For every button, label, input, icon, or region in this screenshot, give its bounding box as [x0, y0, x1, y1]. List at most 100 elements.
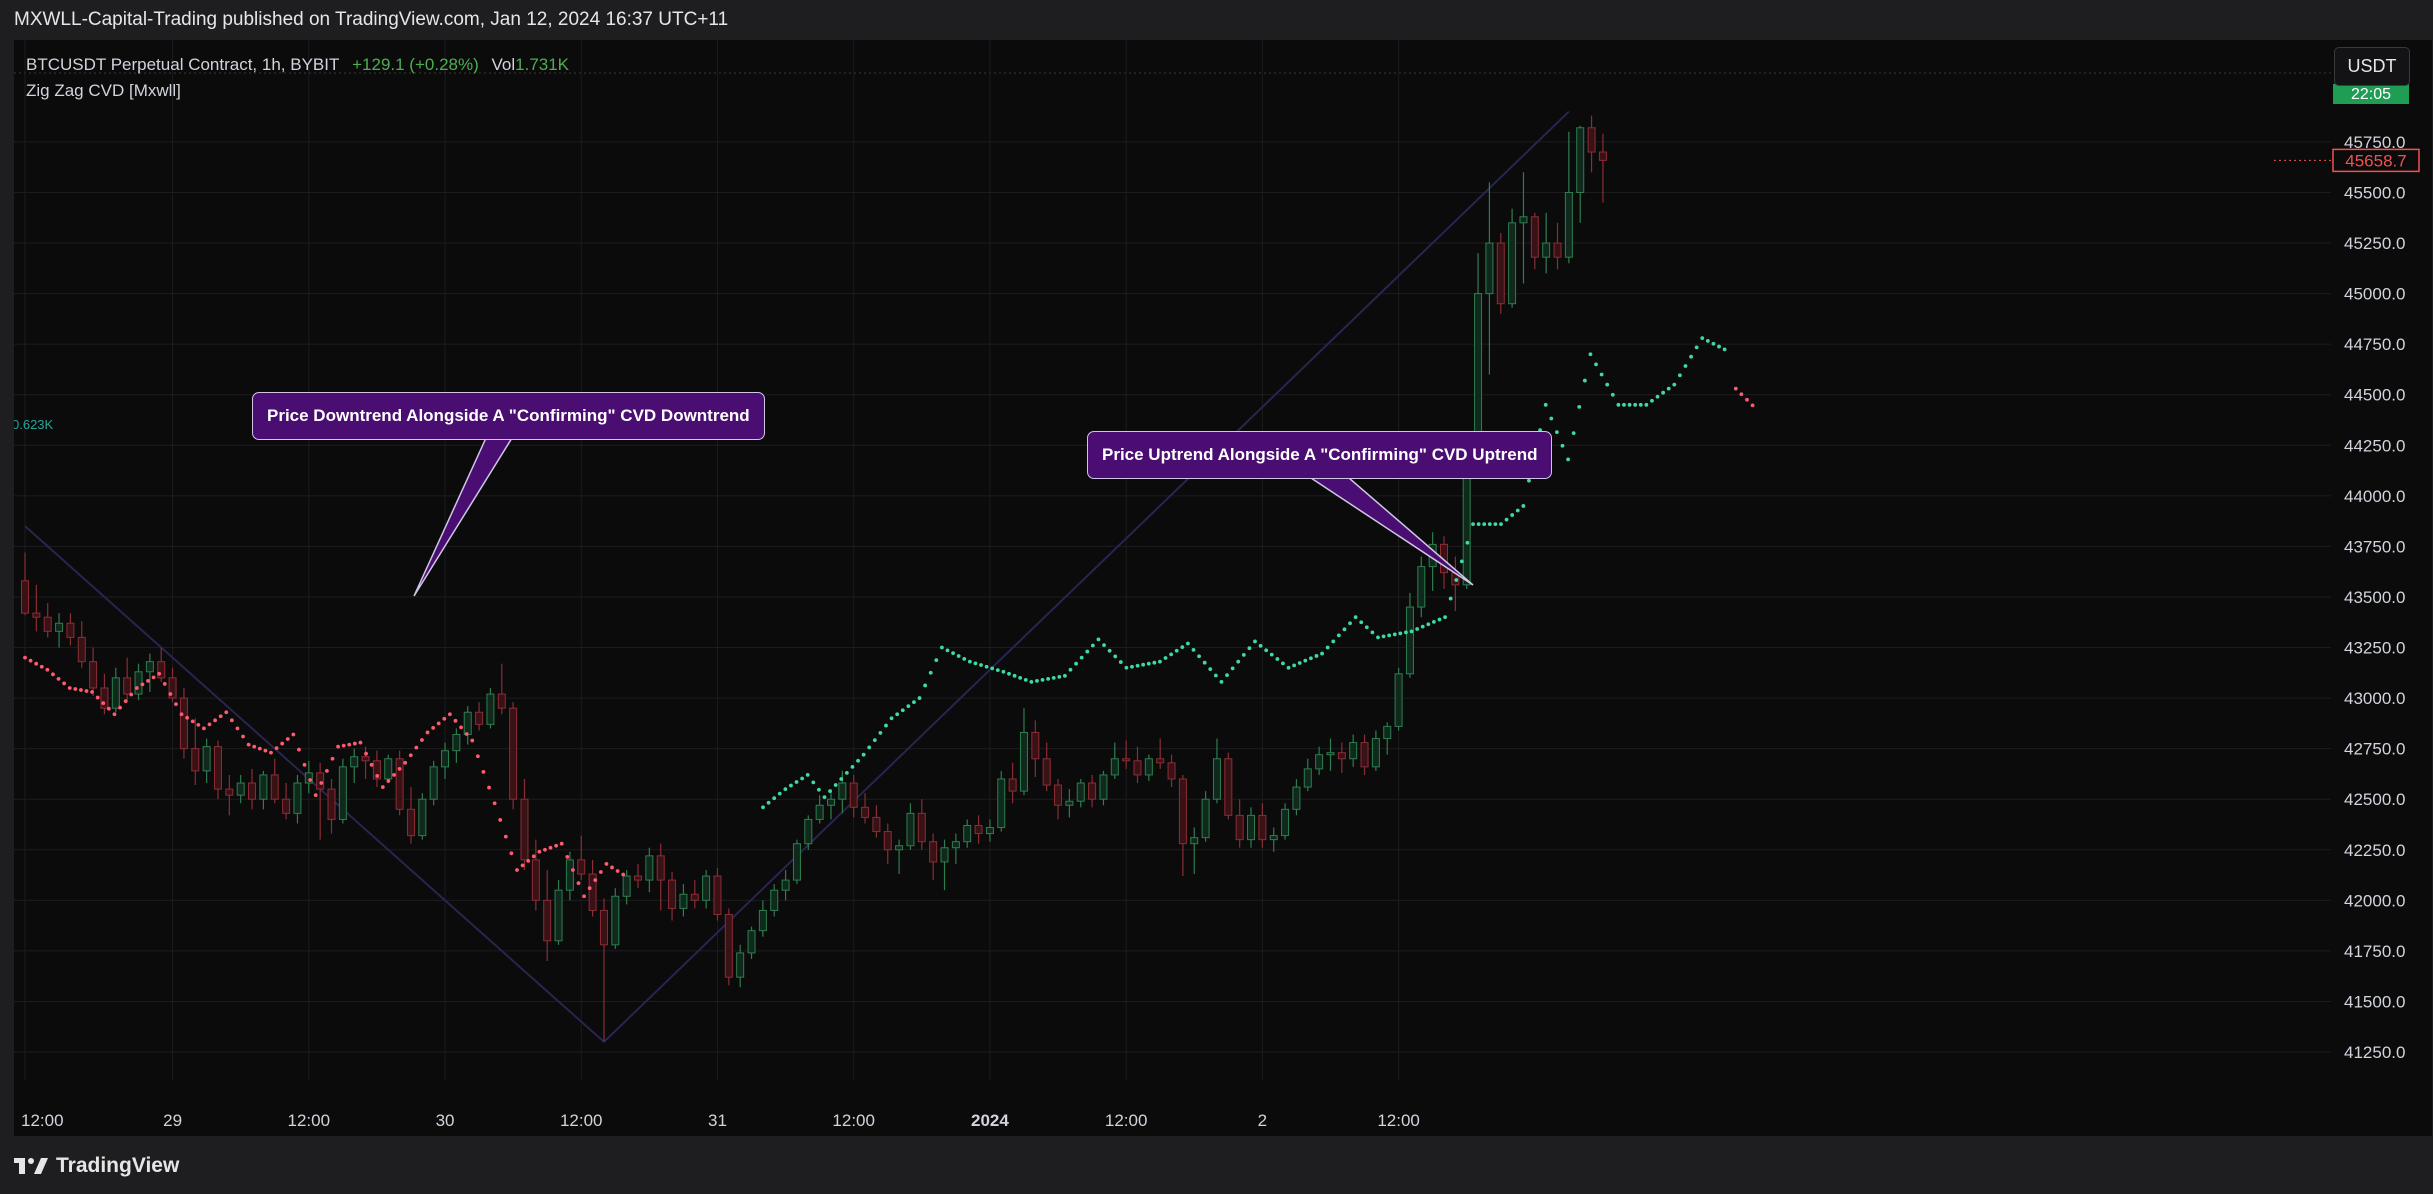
- cvd-up-dot: [995, 668, 1000, 673]
- cvd-up-dot: [1493, 522, 1498, 527]
- cvd-up-dot: [1443, 615, 1447, 620]
- candle-body: [815, 804, 824, 820]
- candle-body: [770, 889, 779, 911]
- tradingview-brand[interactable]: TradingView: [14, 1154, 179, 1178]
- cvd-up-dot: [1588, 352, 1593, 357]
- candle-body: [1088, 782, 1097, 800]
- candle-body: [861, 806, 870, 818]
- cvd-down-dot: [146, 678, 150, 683]
- cvd-down-dot: [459, 725, 463, 730]
- annotation-downtrend-text: Price Downtrend Alongside A "Confirming"…: [267, 406, 750, 425]
- candle-body: [248, 782, 257, 800]
- annotation-uptrend[interactable]: Price Uptrend Alongside A "Confirming" C…: [1087, 431, 1553, 479]
- cvd-up-dot: [1543, 402, 1548, 407]
- cvd-up-dot: [800, 776, 805, 781]
- symbol-legend[interactable]: BTCUSDT Perpetual Contract, 1h, BYBIT +1…: [26, 52, 577, 78]
- cvd-up-dot: [1174, 648, 1179, 653]
- cvd-down-dot: [352, 741, 357, 746]
- y-tick-label: 44500.0: [2344, 386, 2405, 405]
- cvd-up-dot: [1437, 617, 1442, 622]
- candle-body: [1019, 731, 1028, 792]
- cvd-up-dot: [817, 787, 821, 792]
- cvd-up-dot: [979, 663, 983, 667]
- y-tick-label: 44000.0: [2344, 487, 2405, 506]
- chart-area[interactable]: 41250.0 41500.0 41750.0 42000.0 42250.0 42500…: [12, 40, 2432, 1140]
- cvd-down-dot: [95, 695, 100, 700]
- cvd-up-dot: [1046, 676, 1051, 681]
- publish-info: MXWLL-Capital-Trading published on Tradi…: [14, 9, 729, 30]
- cvd-up-dot: [1694, 345, 1699, 350]
- annotation-downtrend[interactable]: Price Downtrend Alongside A "Confirming"…: [252, 392, 765, 440]
- cvd-up-dot: [1376, 635, 1380, 640]
- cvd-up-dot: [872, 738, 877, 743]
- cvd-up-dot: [1135, 663, 1140, 668]
- cvd-up-dot: [1409, 629, 1414, 634]
- candle-body: [929, 841, 938, 863]
- cvd-down-dot: [134, 686, 139, 690]
- cvd-up-dot: [1459, 559, 1464, 564]
- cvd-down-dot: [269, 750, 273, 755]
- cvd-up-dot: [1158, 659, 1162, 664]
- x-tick-label: 30: [436, 1111, 455, 1130]
- cvd-down-dot: [73, 687, 78, 691]
- cvd-up-dot: [1605, 382, 1610, 387]
- cvd-down-dot: [67, 686, 72, 690]
- cvd-up-dot: [1359, 620, 1364, 625]
- candle-body: [361, 756, 370, 762]
- last-price-text: 45658.7: [2345, 151, 2406, 170]
- candle-body: [1281, 808, 1290, 837]
- x-tick-label: 2024: [971, 1111, 1009, 1130]
- cvd-down-dot: [448, 712, 452, 717]
- cvd-up-dot: [1023, 677, 1028, 682]
- candle-body: [1564, 191, 1573, 258]
- candle-body: [497, 693, 506, 709]
- cvd-down-dot: [520, 863, 525, 868]
- candle-body: [531, 859, 540, 901]
- candle-body: [66, 622, 75, 638]
- cvd-up-dot: [1107, 648, 1112, 653]
- candle-body: [384, 758, 393, 780]
- candle-body: [486, 693, 495, 725]
- cvd-up-dot: [1007, 671, 1011, 676]
- cvd-down-dot: [621, 872, 626, 877]
- cvd-up-dot: [973, 661, 978, 666]
- cvd-down-dot: [420, 738, 424, 742]
- cvd-up-dot: [1666, 386, 1671, 391]
- candle-body: [1371, 738, 1380, 768]
- cvd-up-dot: [1096, 637, 1101, 642]
- candle-body: [338, 766, 347, 820]
- candle-body: [134, 671, 143, 695]
- candle-body: [679, 893, 688, 909]
- cvd-up-dot: [1599, 372, 1604, 377]
- cvd-down-dot: [196, 722, 201, 727]
- candle-body: [21, 580, 29, 614]
- y-tick-label: 43250.0: [2344, 639, 2405, 658]
- indicator-legend[interactable]: Zig Zag CVD [Mxwll]: [26, 78, 577, 104]
- currency-button[interactable]: USDT: [2334, 47, 2410, 86]
- candle-body: [554, 889, 563, 942]
- symbol-name[interactable]: BTCUSDT Perpetual Contract, 1h, BYBIT: [26, 55, 339, 74]
- cvd-up-dot: [1348, 621, 1352, 626]
- cvd-down-dot: [565, 854, 570, 859]
- cvd-up-dot: [1711, 341, 1716, 346]
- candle-body: [792, 843, 801, 881]
- cvd-down-dot: [537, 849, 542, 854]
- candle-body: [1054, 784, 1063, 806]
- cvd-down-dot: [397, 766, 402, 771]
- cvd-down-dot: [90, 690, 94, 694]
- cvd-down-dot: [503, 834, 508, 839]
- cvd-up-dot: [1610, 392, 1615, 397]
- cvd-up-dot: [906, 704, 911, 709]
- cvd-down-dot: [39, 664, 44, 669]
- candlestick-chart[interactable]: 41250.0 41500.0 41750.0 42000.0 42250.0 42500…: [12, 40, 2432, 1140]
- candle-body: [441, 750, 450, 768]
- indicator-value-label: 0.623K: [14, 417, 54, 432]
- cvd-up-dot: [1297, 661, 1302, 665]
- candle-body: [1076, 782, 1085, 802]
- cvd-up-dot: [839, 777, 844, 781]
- candle-body: [826, 798, 835, 806]
- cvd-down-dot: [235, 726, 240, 731]
- candle-body: [747, 930, 756, 954]
- candle-body: [872, 816, 881, 833]
- cvd-up-dot: [917, 696, 922, 700]
